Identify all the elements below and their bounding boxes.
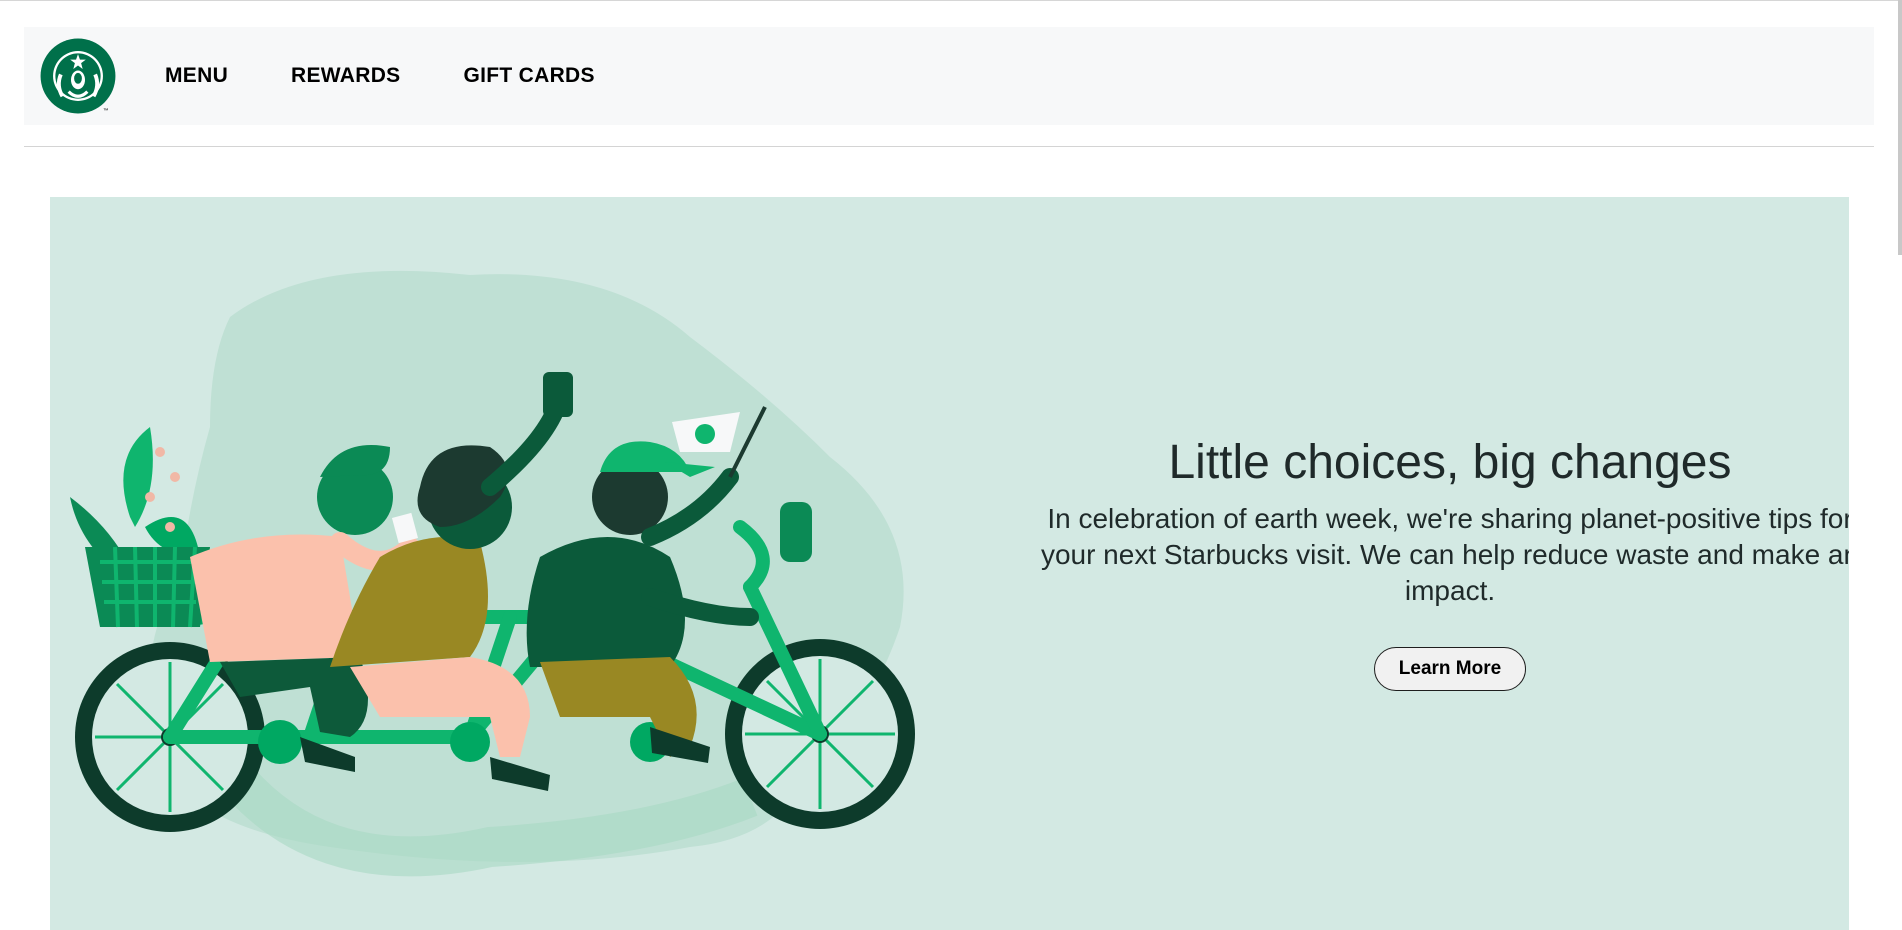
top-border	[0, 0, 1902, 1]
starbucks-logo[interactable]: ™	[39, 37, 117, 115]
hero-description: In celebration of earth week, we're shar…	[1040, 503, 1849, 606]
main-nav: MENU REWARDS GIFT CARDS	[165, 27, 595, 125]
scrollbar[interactable]	[1898, 0, 1902, 255]
tandem-bike-illustration	[70, 270, 915, 877]
hero-title: Little choices, big changes	[1168, 436, 1732, 489]
nav-gift-cards[interactable]: GIFT CARDS	[463, 64, 594, 88]
hero-text-block: Little choices, big changes In celebrati…	[990, 435, 1849, 691]
svg-text:™: ™	[103, 108, 108, 114]
header-divider	[24, 146, 1874, 147]
nav-rewards[interactable]: REWARDS	[291, 64, 400, 88]
site-header: ™ MENU REWARDS GIFT CARDS	[24, 27, 1874, 125]
learn-more-button[interactable]: Learn More	[1373, 647, 1527, 691]
nav-menu[interactable]: MENU	[165, 64, 228, 88]
hero-banner: Little choices, big changes In celebrati…	[50, 197, 1849, 930]
